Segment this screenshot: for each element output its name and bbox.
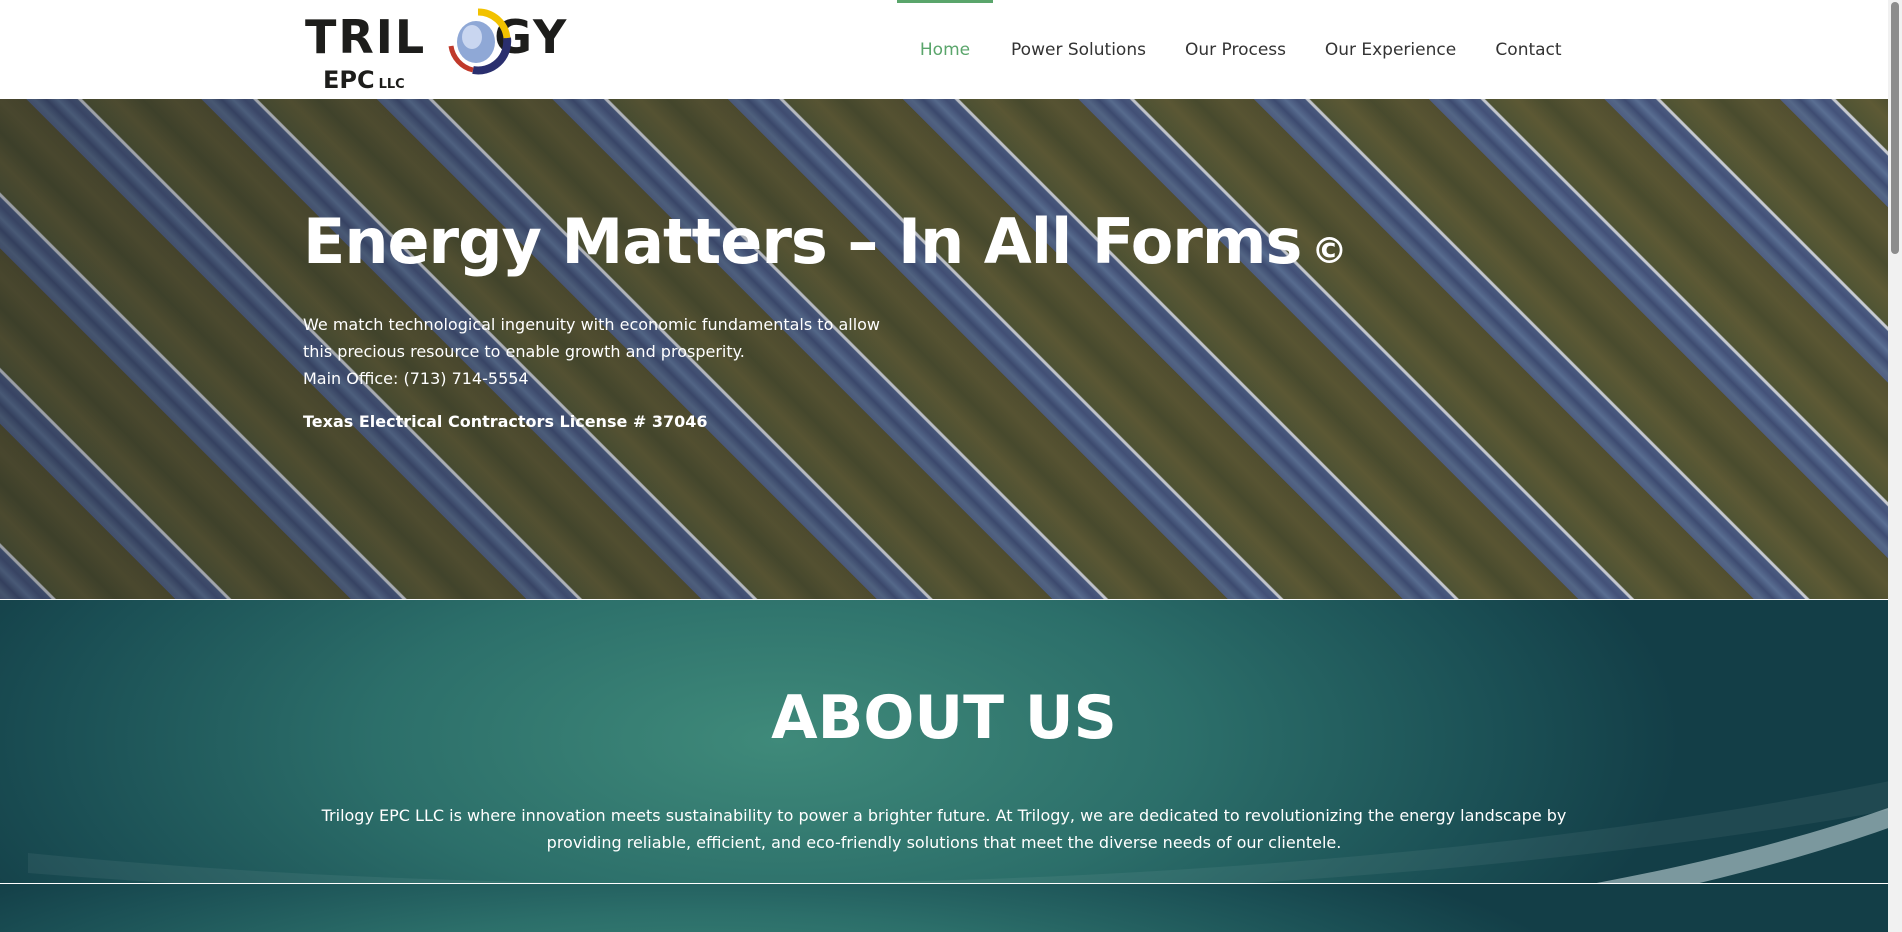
about-description: Trilogy EPC LLC is where innovation meet… (321, 806, 1567, 852)
nav-contact[interactable]: Contact (1490, 0, 1567, 99)
nav-home[interactable]: Home (897, 0, 993, 99)
site-header: TRIL GY EPC LLC Home Power Solutions Our P… (0, 0, 1888, 99)
logo-orb-icon (448, 8, 512, 75)
logo-llc: LLC (378, 77, 405, 92)
hero-description-text: We match technological ingenuity with ec… (303, 315, 881, 361)
section-divider (0, 599, 1888, 600)
logo-subtitle: EPC LLC (323, 68, 405, 92)
hero-description: We match technological ingenuity with ec… (303, 311, 903, 392)
about-title: ABOUT US (771, 683, 1117, 753)
nav-power-solutions[interactable]: Power Solutions (1003, 0, 1154, 99)
about-section: ABOUT US Trilogy EPC LLC is where innova… (0, 600, 1888, 883)
trilogy-logo[interactable]: TRIL GY EPC LLC (305, 4, 580, 96)
logo-word-left: TRIL (305, 10, 427, 64)
section-divider (0, 883, 1888, 884)
nav-our-process[interactable]: Our Process (1180, 0, 1291, 99)
copyright-symbol: © (1311, 231, 1347, 272)
logo-epc: EPC (323, 66, 375, 94)
scrollbar-thumb[interactable] (1891, 2, 1899, 254)
hero-content: Energy Matters – In All Forms © We match … (303, 211, 1347, 432)
hero-section: Energy Matters – In All Forms © We match … (0, 99, 1888, 599)
nav-our-experience[interactable]: Our Experience (1325, 0, 1456, 99)
logo-wordmark: TRIL GY (305, 14, 568, 60)
main-office-phone: Main Office: (713) 714-5554 (303, 369, 529, 388)
hero-title: Energy Matters – In All Forms © (303, 211, 1347, 273)
hero-title-text: Energy Matters – In All Forms (303, 205, 1302, 278)
page-scrollbar[interactable] (1888, 0, 1902, 932)
next-section (0, 884, 1888, 932)
license-number: Texas Electrical Contractors License # 3… (303, 412, 708, 431)
